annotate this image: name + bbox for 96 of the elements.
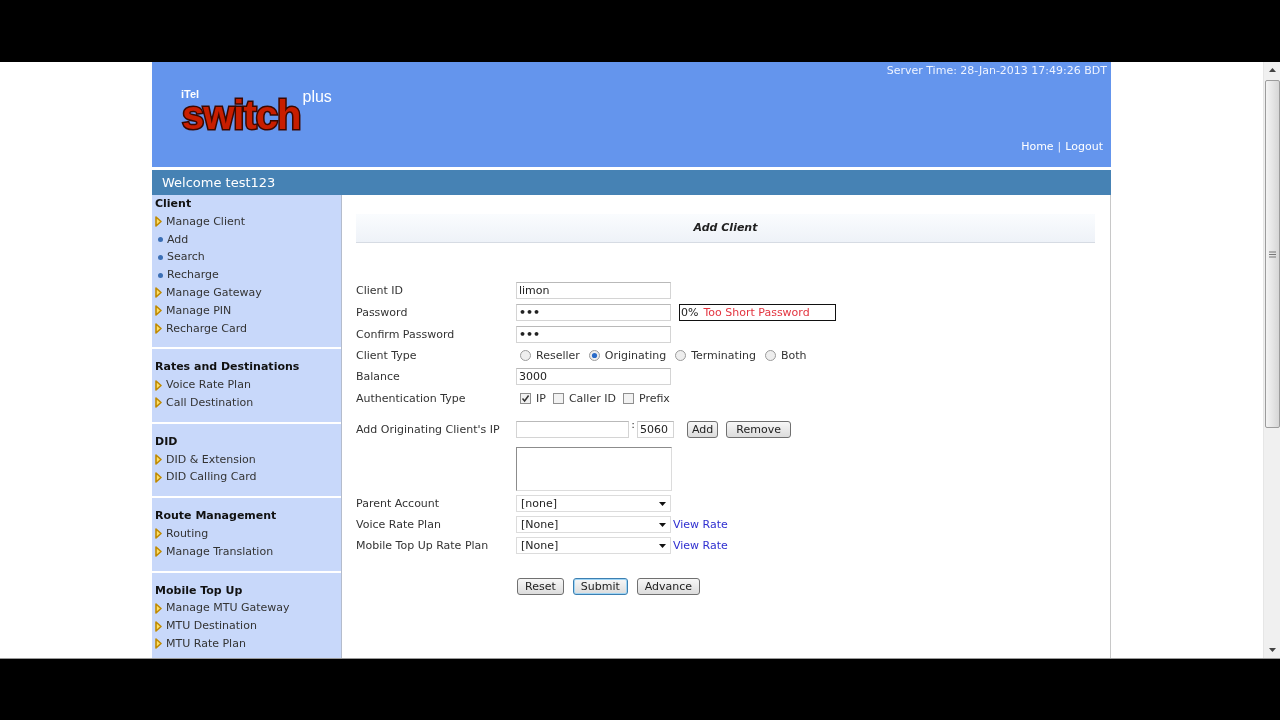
caret-icon	[659, 522, 666, 527]
menu-item[interactable]: Routing	[155, 524, 209, 543]
view-rate-link[interactable]: View Rate	[673, 539, 728, 552]
link-separator: |	[1057, 140, 1062, 154]
field-label: Balance	[356, 369, 400, 383]
logo-prefix: iTel	[181, 89, 200, 99]
dropdown[interactable]: [None]	[516, 537, 671, 554]
field-label: Parent Account	[356, 497, 440, 510]
dot-icon	[158, 272, 163, 278]
triangle-icon	[155, 620, 162, 632]
radio-button[interactable]	[588, 349, 600, 361]
field-label: Add Originating Client's IP	[356, 422, 500, 436]
triangle-icon	[155, 546, 162, 558]
form-button[interactable]: Reset	[517, 578, 564, 595]
caret-icon	[659, 543, 666, 548]
menu-item[interactable]: MTU Rate Plan	[155, 634, 246, 653]
checkbox-label: IP	[536, 391, 546, 405]
menu-item[interactable]: DID Calling Card	[155, 468, 257, 487]
form-button[interactable]: Advance	[636, 578, 701, 595]
submenu-item[interactable]: Recharge	[155, 266, 219, 284]
strength-message: Too Short Password	[703, 305, 810, 319]
form-button[interactable]: Remove	[726, 420, 791, 438]
port-field[interactable]: 5060	[637, 420, 674, 438]
dropdown[interactable]: [none]	[516, 495, 671, 512]
menu-item[interactable]: Manage MTU Gateway	[155, 599, 290, 618]
checkbox[interactable]	[552, 392, 564, 404]
scrollbar-thumb[interactable]	[1264, 80, 1280, 428]
triangle-icon	[155, 471, 162, 483]
form-button[interactable]: Submit	[572, 578, 628, 595]
triangle-icon	[155, 379, 162, 391]
menu-item[interactable]: Manage Client	[155, 212, 246, 231]
menu-item[interactable]: Call Destination	[155, 393, 254, 412]
submenu-item[interactable]: Search	[155, 248, 205, 267]
logo-suffix: plus	[302, 90, 332, 104]
checkbox[interactable]	[622, 392, 634, 404]
grip-icon	[1268, 250, 1276, 258]
radio-button[interactable]	[675, 349, 687, 361]
port-separator: :	[630, 420, 636, 429]
triangle-icon	[155, 638, 162, 650]
triangle-icon	[155, 602, 162, 614]
field-label: Authentication Type	[356, 391, 466, 405]
password-field[interactable]: •••	[516, 303, 671, 321]
up-arrow-icon[interactable]	[1268, 68, 1276, 72]
menu-item[interactable]: Manage Translation	[155, 542, 274, 561]
dot-icon	[158, 237, 163, 242]
field-label: Confirm Password	[356, 327, 455, 341]
server-time: Server Time: 28-Jan-2013 17:49:26 BDT	[886, 64, 1107, 78]
password-field[interactable]: •••	[516, 325, 671, 343]
triangle-icon	[155, 528, 162, 540]
section-heading: Mobile Top Up	[155, 582, 244, 599]
menu-item[interactable]: MTU Destination	[155, 617, 257, 635]
field-label: Voice Rate Plan	[356, 518, 441, 531]
logo-wordmark: switch	[182, 99, 301, 131]
scrollbar[interactable]	[1263, 62, 1280, 658]
checkbox[interactable]	[520, 392, 531, 404]
radio-label: Originating	[604, 348, 667, 362]
section-heading: DID	[155, 433, 179, 450]
dot-icon	[158, 254, 163, 260]
field-label: Client ID	[356, 283, 404, 297]
view-rate-link[interactable]: View Rate	[673, 518, 728, 531]
menu-item[interactable]: Recharge Card	[155, 319, 247, 338]
text-field[interactable]: limon	[516, 281, 671, 299]
radio-label: Terminating	[691, 348, 756, 362]
menu-item[interactable]: Voice Rate Plan	[155, 376, 251, 394]
list-box[interactable]	[516, 447, 672, 491]
field-label: Password	[356, 305, 408, 319]
triangle-icon	[155, 216, 162, 228]
checkbox-label: Prefix	[638, 391, 670, 405]
field-label: Mobile Top Up Rate Plan	[356, 539, 489, 552]
menu-item[interactable]: DID & Extension	[155, 450, 256, 469]
down-arrow-icon[interactable]	[1268, 648, 1276, 652]
caret-icon	[659, 501, 666, 506]
form-header: Add Client	[356, 214, 1095, 243]
menu-item[interactable]: Manage PIN	[155, 301, 232, 320]
radio-button[interactable]	[520, 349, 531, 361]
radio-button[interactable]	[764, 349, 776, 361]
section-heading: Client	[155, 196, 193, 212]
radio-label: Both	[780, 348, 807, 362]
ip-address-field[interactable]	[516, 420, 629, 438]
welcome-bar: Welcome test123	[152, 170, 1111, 195]
strength-percent: 0%	[681, 305, 699, 319]
radio-label: Reseller	[536, 348, 580, 362]
text-field[interactable]: 3000	[516, 367, 671, 385]
section-heading: Route Management	[155, 508, 278, 525]
triangle-icon	[155, 287, 162, 299]
submenu-item[interactable]: Add	[155, 230, 189, 249]
triangle-icon	[155, 397, 162, 409]
form-button[interactable]: Add	[687, 420, 719, 438]
triangle-icon	[155, 322, 162, 334]
dropdown[interactable]: [None]	[516, 516, 671, 533]
triangle-icon	[155, 453, 162, 465]
triangle-icon	[155, 305, 162, 317]
menu-item[interactable]: Manage Gateway	[155, 284, 262, 302]
section-heading: Rates and Destinations	[155, 359, 301, 376]
checkbox-label: Caller ID	[568, 391, 616, 405]
field-label: Client Type	[356, 348, 417, 362]
